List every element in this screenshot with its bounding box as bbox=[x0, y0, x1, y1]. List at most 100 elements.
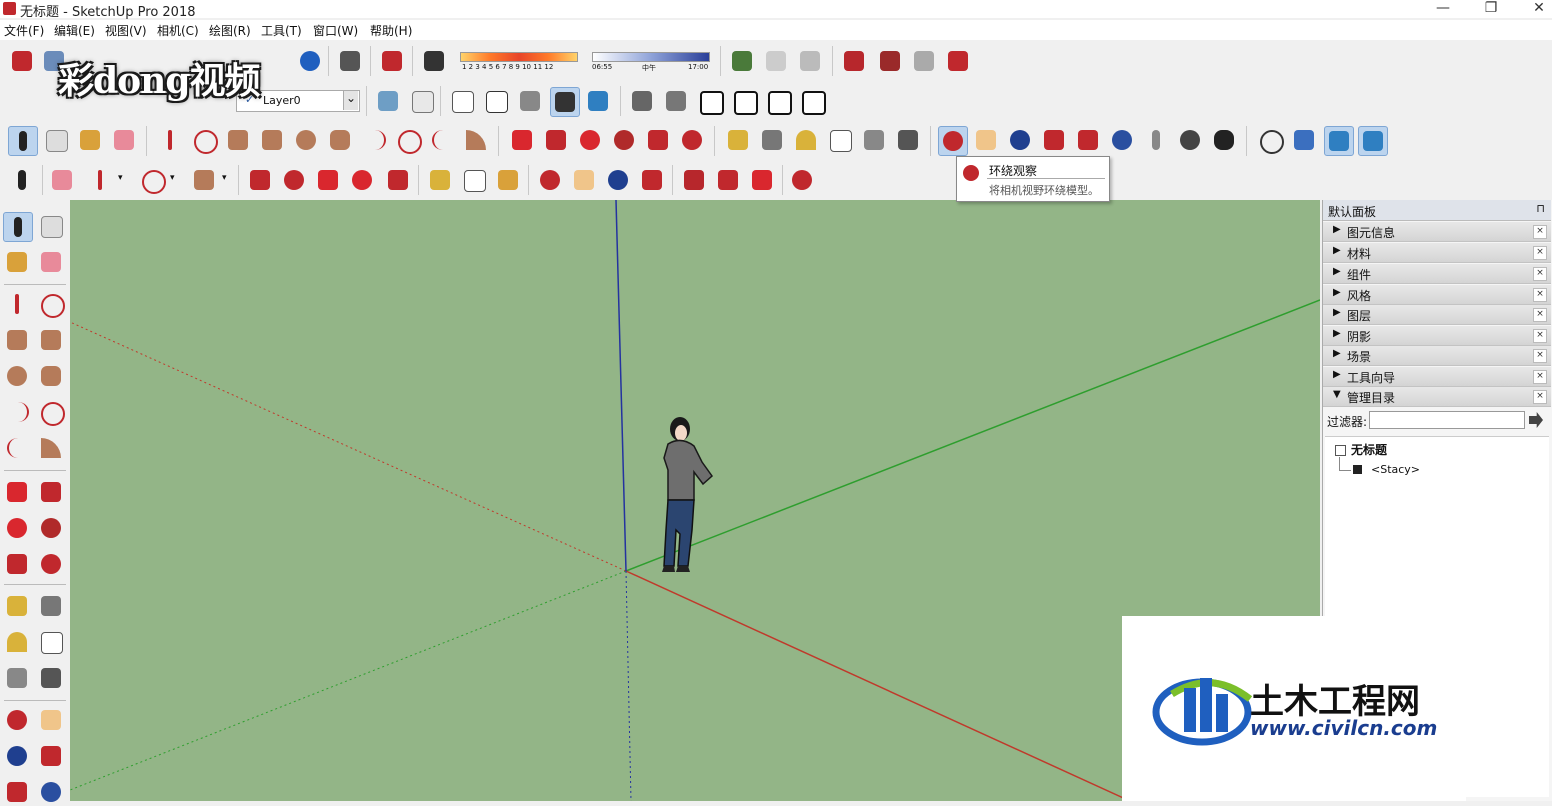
rectangle-tool-button-2[interactable] bbox=[190, 166, 218, 194]
left-3d-text-tool[interactable] bbox=[37, 664, 65, 692]
tray-section-instructor[interactable]: ▶ 工具向导 × bbox=[1323, 367, 1551, 387]
display-section-fill-button[interactable] bbox=[1358, 126, 1388, 156]
left-circle-tool[interactable] bbox=[3, 362, 31, 390]
left-move-tool[interactable] bbox=[3, 478, 31, 506]
menu-edit[interactable]: 编辑(E) bbox=[54, 22, 95, 39]
monochrome-style-button[interactable] bbox=[584, 87, 612, 115]
tray-section-scenes[interactable]: ▶ 场景 × bbox=[1323, 346, 1551, 366]
tray-pin-icon[interactable]: ⊓ bbox=[1536, 202, 1545, 215]
zoom-tool-button[interactable] bbox=[1006, 126, 1034, 154]
shadow-month-slider[interactable] bbox=[460, 52, 578, 62]
pan-tool-button-2[interactable] bbox=[570, 166, 598, 194]
left-view-button[interactable] bbox=[798, 87, 826, 115]
left-pan-tool[interactable] bbox=[37, 706, 65, 734]
zoom-extents-button[interactable] bbox=[1074, 126, 1102, 154]
xray-style-button[interactable] bbox=[374, 87, 402, 115]
left-rectangle-tool[interactable] bbox=[3, 326, 31, 354]
left-follow-me-tool[interactable] bbox=[37, 514, 65, 542]
move-tool-button-2[interactable] bbox=[314, 166, 342, 194]
tray-section-materials[interactable]: ▶ 材料 × bbox=[1323, 243, 1551, 263]
left-orbit-tool[interactable] bbox=[3, 706, 31, 734]
menu-tools[interactable]: 工具(T) bbox=[261, 22, 302, 39]
close-icon[interactable]: × bbox=[1533, 267, 1547, 281]
make-component-button[interactable] bbox=[42, 126, 70, 154]
offset-tool-button-2[interactable] bbox=[280, 166, 308, 194]
menu-help[interactable]: 帮助(H) bbox=[370, 22, 412, 39]
arc-tool-button-2[interactable] bbox=[138, 166, 166, 194]
menu-file[interactable]: 文件(F) bbox=[4, 22, 44, 39]
left-3pt-arc-tool[interactable] bbox=[3, 434, 31, 462]
offset-tool-button[interactable] bbox=[678, 126, 706, 154]
eraser-button-2[interactable] bbox=[48, 166, 76, 194]
hidden-line-style-button[interactable] bbox=[482, 87, 510, 115]
display-section-cuts-button[interactable] bbox=[1324, 126, 1354, 156]
move-tool-button[interactable] bbox=[508, 126, 536, 154]
line-tool-button-2[interactable] bbox=[86, 166, 114, 194]
position-camera-button[interactable] bbox=[1142, 126, 1170, 154]
extension-warehouse-button-2[interactable] bbox=[714, 166, 742, 194]
display-section-planes-button[interactable] bbox=[1290, 126, 1318, 154]
close-icon[interactable]: × bbox=[1533, 370, 1547, 384]
rotated-rectangle-button[interactable] bbox=[258, 126, 286, 154]
follow-me-button[interactable] bbox=[610, 126, 638, 154]
left-arc-tool[interactable] bbox=[3, 398, 31, 426]
left-zoom-extents-tool[interactable] bbox=[3, 778, 31, 806]
rotate-tool-button-2[interactable] bbox=[348, 166, 376, 194]
zoom-window-button[interactable] bbox=[1040, 126, 1068, 154]
close-icon[interactable]: × bbox=[1533, 349, 1547, 363]
scale-tool-button-2[interactable] bbox=[384, 166, 412, 194]
left-dimension-tool[interactable] bbox=[37, 592, 65, 620]
paint-bucket-button[interactable] bbox=[76, 126, 104, 154]
freehand-tool-button[interactable] bbox=[190, 126, 218, 154]
left-component-tool[interactable] bbox=[37, 212, 65, 240]
close-icon[interactable]: × bbox=[1533, 288, 1547, 302]
back-view-button[interactable] bbox=[764, 87, 792, 115]
ruby-console-button[interactable] bbox=[788, 166, 816, 194]
tray-section-entity-info[interactable]: ▶ 图元信息 × bbox=[1323, 222, 1551, 242]
eraser-button[interactable] bbox=[110, 126, 138, 154]
left-scale-tool[interactable] bbox=[3, 550, 31, 578]
pan-tool-button[interactable] bbox=[972, 126, 1000, 154]
tape-measure-button[interactable] bbox=[724, 126, 752, 154]
tray-section-layers[interactable]: ▶ 图层 × bbox=[1323, 305, 1551, 325]
front-view-button[interactable] bbox=[696, 87, 724, 115]
axes-tool-button[interactable] bbox=[860, 126, 888, 154]
left-zoom-window-tool[interactable] bbox=[37, 742, 65, 770]
left-rotated-rect-tool[interactable] bbox=[37, 326, 65, 354]
close-icon[interactable]: × bbox=[1533, 390, 1547, 404]
left-rotate-tool[interactable] bbox=[3, 514, 31, 542]
restore-button[interactable]: ❐ bbox=[1468, 0, 1514, 18]
right-view-button[interactable] bbox=[730, 87, 758, 115]
shaded-style-button[interactable] bbox=[516, 87, 544, 115]
text-tool-button-2[interactable] bbox=[460, 166, 488, 194]
left-line-tool[interactable] bbox=[3, 290, 31, 318]
wireframe-style-button[interactable] bbox=[448, 87, 476, 115]
3d-warehouse-button[interactable] bbox=[840, 47, 868, 75]
layer-dropdown-icon[interactable]: ⌄ bbox=[343, 91, 358, 110]
paint-bucket-button-2[interactable] bbox=[494, 166, 522, 194]
share-component-button[interactable] bbox=[910, 47, 938, 75]
zoom-extents-button-2[interactable] bbox=[638, 166, 666, 194]
text-tool-button[interactable] bbox=[826, 126, 854, 154]
shaded-textures-style-button[interactable] bbox=[550, 87, 580, 117]
line-dropdown-icon[interactable]: ▾ bbox=[118, 173, 123, 183]
close-icon[interactable]: × bbox=[1533, 308, 1547, 322]
left-freehand-tool[interactable] bbox=[37, 290, 65, 318]
push-pull-button-2[interactable] bbox=[246, 166, 274, 194]
polygon-tool-button[interactable] bbox=[326, 126, 354, 154]
menu-camera[interactable]: 相机(C) bbox=[157, 22, 199, 39]
left-eraser-tool[interactable] bbox=[37, 248, 65, 276]
look-around-button[interactable] bbox=[1176, 126, 1204, 154]
new-file-button[interactable] bbox=[8, 47, 36, 75]
two-point-arc-button[interactable] bbox=[394, 126, 422, 154]
rotate-tool-button[interactable] bbox=[576, 126, 604, 154]
walk-tool-button[interactable] bbox=[1210, 126, 1238, 154]
outliner-root[interactable]: 无标题 bbox=[1351, 441, 1387, 458]
back-edges-style-button[interactable] bbox=[408, 87, 436, 115]
share-model-button[interactable] bbox=[876, 47, 904, 75]
pie-tool-button[interactable] bbox=[462, 126, 490, 154]
left-zoom-tool[interactable] bbox=[3, 742, 31, 770]
redo-button[interactable] bbox=[296, 47, 324, 75]
protractor-button[interactable] bbox=[792, 126, 820, 154]
arc-dropdown-icon[interactable]: ▾ bbox=[170, 173, 175, 183]
